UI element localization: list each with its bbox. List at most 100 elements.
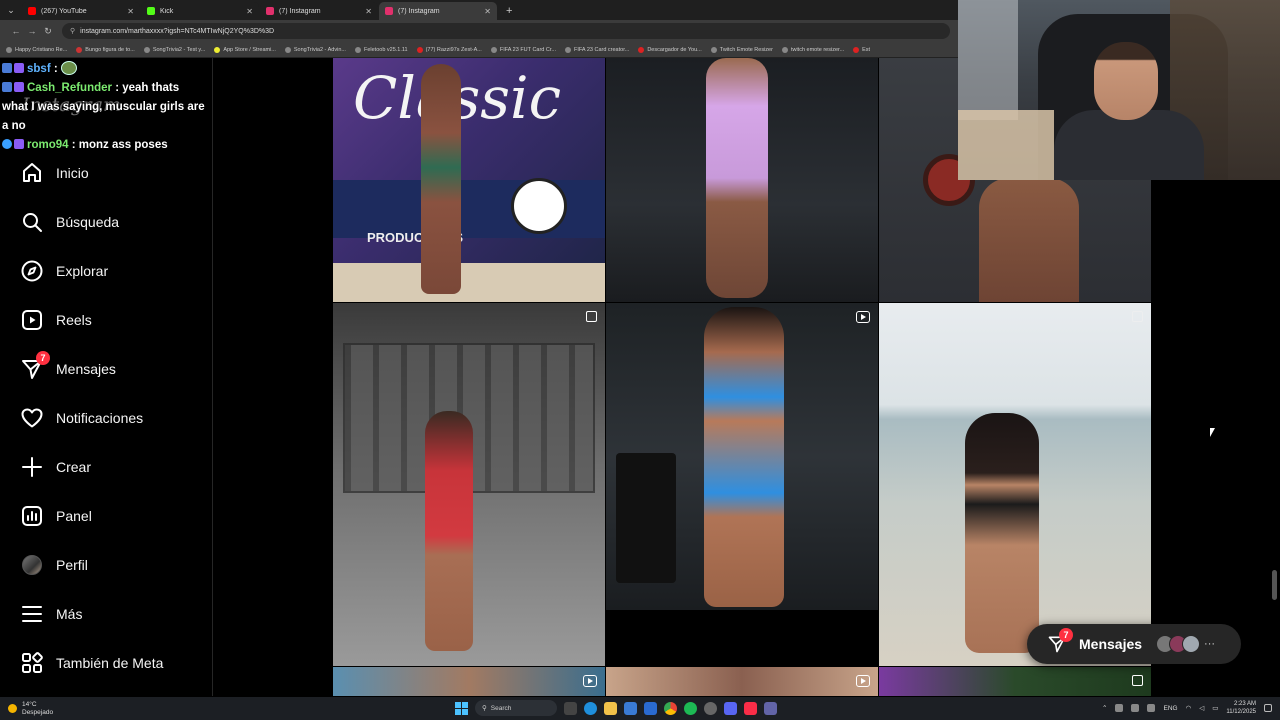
bookmark-favicon-icon (354, 46, 361, 53)
teams-icon[interactable] (764, 701, 777, 715)
chat-username: romo94 (27, 139, 69, 151)
clock[interactable]: 2:23 AM 11/12/2025 (1226, 700, 1256, 716)
music-icon[interactable] (744, 701, 757, 715)
search-icon: ⚲ (482, 705, 487, 712)
bookmark-favicon-icon (416, 46, 423, 53)
bookmark-label: twitch emote resizer... (790, 46, 845, 53)
task-view-icon[interactable] (564, 701, 577, 715)
file-explorer-icon[interactable] (604, 701, 617, 715)
url-input[interactable]: ⚲ instagram.com/marthaxxxx?igsh=NTc4MTIw… (62, 23, 950, 39)
post-tile[interactable] (606, 303, 878, 610)
edge-icon[interactable] (584, 701, 597, 715)
sidebar-item-tambien-de-meta[interactable]: También de Meta (0, 643, 213, 683)
tab-title: (7) Instagram (279, 7, 321, 15)
meta-icon (20, 651, 44, 675)
bookmark-item[interactable]: SongTrivia2 - Advin... (284, 46, 346, 53)
person-figure (706, 58, 768, 298)
reload-icon[interactable]: ↻ (40, 26, 56, 37)
bookmark-favicon-icon (564, 46, 571, 53)
tray-app-icon[interactable] (1115, 704, 1124, 712)
bookmark-item[interactable]: FIFA 23 Card creator... (564, 46, 630, 53)
back-icon[interactable]: ← (8, 26, 24, 36)
volume-icon[interactable]: ◁ (1199, 704, 1204, 712)
language-indicator[interactable]: ENG (1163, 705, 1177, 712)
sidebar-item-label: Perfil (56, 557, 88, 573)
floating-messages-button[interactable]: 7 Mensajes ··· (1027, 624, 1241, 664)
browser-tab-active[interactable]: (7) Instagram ✕ (379, 2, 497, 20)
sidebar-item-explorar[interactable]: Explorar (0, 251, 213, 291)
browser-tab[interactable]: Kick ✕ (141, 2, 259, 20)
sidebar-item-reels[interactable]: Reels (0, 300, 213, 340)
bookmark-item[interactable]: FIFA 23 FUT Card Cr... (490, 46, 556, 53)
chat-badge-icon (14, 82, 24, 92)
mail-icon[interactable] (644, 701, 657, 715)
sidebar-item-inicio[interactable]: Inicio (0, 153, 213, 193)
sidebar-item-mensajes[interactable]: 7 Mensajes (0, 349, 213, 389)
sidebar-item-crear[interactable]: Crear (0, 447, 213, 487)
battery-icon[interactable]: ▭ (1212, 704, 1218, 712)
store-icon[interactable] (624, 701, 637, 715)
bookmark-item[interactable]: Est (853, 46, 871, 53)
site-info-icon[interactable]: ⚲ (70, 27, 75, 35)
notifications-icon[interactable] (1264, 704, 1272, 712)
bookmark-item[interactable]: SongTrivia2 - Test y... (143, 46, 205, 53)
post-tile[interactable] (606, 58, 878, 302)
tray-app-icon[interactable] (1147, 704, 1156, 712)
post-tile[interactable] (333, 303, 605, 666)
search-icon (20, 210, 44, 234)
post-tile[interactable] (606, 667, 878, 696)
taskbar-search-input[interactable]: ⚲ Search (475, 700, 557, 716)
weather-widget[interactable]: 14°C Despejado (0, 701, 200, 717)
sidebar-item-label: Inicio (56, 165, 89, 181)
discord-icon[interactable] (724, 701, 737, 715)
bookmark-item[interactable]: Feletoob v25.1.11 (354, 46, 408, 53)
weather-desc: Despejado (22, 708, 54, 716)
new-tab-button[interactable]: + (498, 2, 520, 20)
close-tab-icon[interactable]: ✕ (246, 7, 253, 16)
sidebar-item-busqueda[interactable]: Búsqueda (0, 202, 213, 242)
sidebar-item-label: Mensajes (56, 361, 116, 377)
sidebar-item-perfil[interactable]: Perfil (0, 545, 213, 585)
windows-start-icon[interactable] (455, 701, 468, 715)
tab-search-icon[interactable]: ⌄ (0, 0, 22, 20)
seal-badge (511, 178, 567, 234)
sidebar-item-label: Explorar (56, 263, 109, 279)
post-tile[interactable] (879, 667, 1151, 696)
settings-icon[interactable] (704, 701, 717, 715)
wifi-icon[interactable]: ◠ (1186, 704, 1192, 712)
sidebar-item-mas[interactable]: Más (0, 594, 213, 634)
close-tab-icon[interactable]: ✕ (365, 7, 372, 16)
clock-time: 2:23 AM (1233, 701, 1256, 707)
page-scrollbar[interactable] (1272, 570, 1277, 600)
bookmark-item[interactable]: Descargador de You... (638, 46, 702, 53)
person-figure (979, 178, 1079, 302)
browser-tab[interactable]: (7) Instagram ✕ (260, 2, 378, 20)
browser-tab[interactable]: (267) YouTube ✕ (22, 2, 140, 20)
sidebar-item-panel[interactable]: Panel (0, 496, 213, 536)
bookmark-item[interactable]: (77) Razzi97s Zest-A... (416, 46, 482, 53)
bookmark-label: Est (862, 46, 871, 53)
bookmark-item[interactable]: Bungo figura de to... (76, 46, 135, 53)
bookmark-label: FIFA 23 Card creator... (573, 46, 630, 53)
close-tab-icon[interactable]: ✕ (127, 7, 134, 16)
tray-app-icon[interactable] (1131, 704, 1140, 712)
post-tile[interactable]: Classic PRODUCTIONS (333, 58, 605, 302)
post-tile[interactable] (333, 667, 605, 696)
tab-title: Kick (160, 7, 174, 15)
sidebar-item-notificaciones[interactable]: Notificaciones (0, 398, 213, 438)
post-tile[interactable] (879, 303, 1151, 666)
bookmark-item[interactable]: Happy Cristiano Re... (6, 46, 67, 53)
close-tab-icon[interactable]: ✕ (484, 7, 491, 16)
bookmark-item[interactable]: twitch emote resizer... (781, 46, 845, 53)
spotify-icon[interactable] (684, 701, 697, 715)
streamer-face (1094, 42, 1158, 120)
bookmark-item[interactable]: Twitch Emote Resizer (710, 46, 773, 53)
forward-icon[interactable]: → (24, 26, 40, 36)
streamer-webcam (958, 0, 1280, 180)
chrome-icon[interactable] (664, 701, 677, 715)
sidebar-item-label: Reels (56, 312, 92, 328)
youtube-favicon-icon (28, 7, 36, 15)
tray-chevron-icon[interactable]: ⌃ (1102, 704, 1107, 712)
bookmark-label: Descargador de You... (647, 46, 702, 53)
bookmark-item[interactable]: App Store / Streami... (214, 46, 276, 53)
